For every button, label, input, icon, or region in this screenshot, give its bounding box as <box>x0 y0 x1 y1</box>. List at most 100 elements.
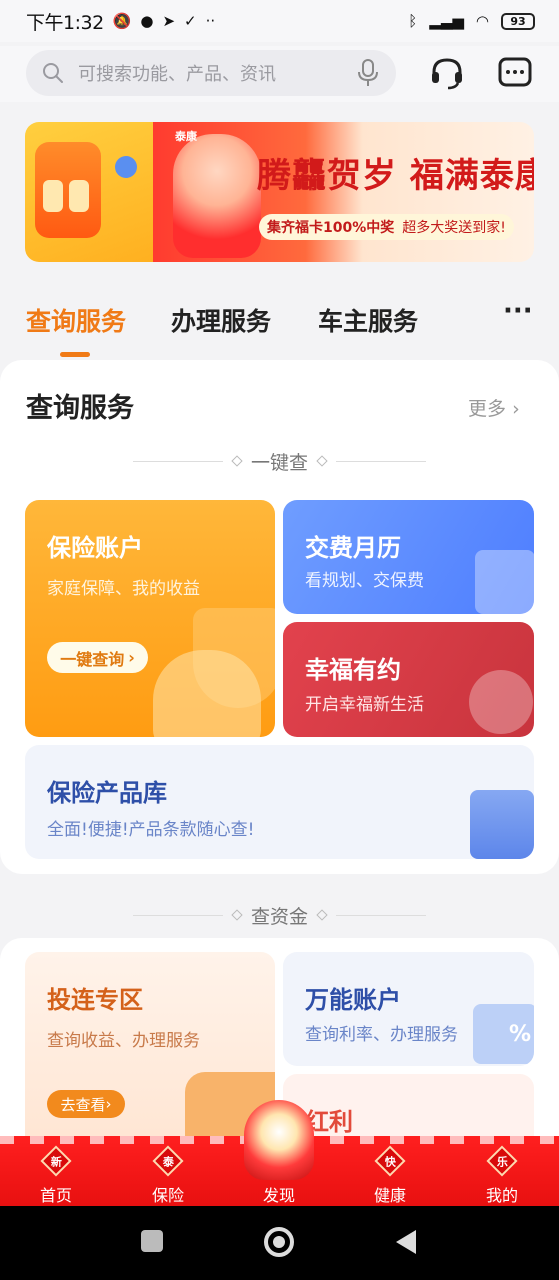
search-icon <box>43 63 63 83</box>
more-notifications-icon: ·· <box>205 12 216 30</box>
brand-logo: 泰康 <box>175 130 197 143</box>
wifi-icon: ◠ <box>475 12 489 30</box>
investment-link-tile[interactable]: 投连专区 查询收益、办理服务 去查看 › <box>25 952 275 1138</box>
dividend-tile[interactable]: 红利 <box>283 1074 534 1138</box>
home-button[interactable] <box>264 1227 294 1257</box>
percent-ticket-icon: % <box>473 1004 534 1064</box>
divider-line <box>336 460 426 462</box>
chevron-right-icon: › <box>512 398 520 420</box>
back-button[interactable] <box>396 1230 416 1254</box>
dragon-mascot-illustration <box>173 134 261 258</box>
payment-calendar-tile[interactable]: 交费月历 看规划、交保费 <box>283 500 534 614</box>
home-icon: 新 <box>40 1145 72 1177</box>
product-library-tile[interactable]: 保险产品库 全面!便捷!产品条款随心查! <box>25 745 534 859</box>
nav-badge-text: 新 <box>50 1155 62 1168</box>
tile-subtitle: 全面!便捷!产品条款随心查! <box>47 820 255 840</box>
nav-label: 保险 <box>151 1186 184 1205</box>
tile-title: 投连专区 <box>47 986 143 1014</box>
universal-account-tile[interactable]: % 万能账户 查询利率、办理服务 <box>283 952 534 1066</box>
slot-illustration <box>43 180 63 212</box>
calendar-icon <box>475 550 534 614</box>
button-label: 一键查询 <box>60 649 125 669</box>
banner-subtitle: 集齐福卡100%中奖 超多大奖送到家! <box>259 214 514 240</box>
diamond-icon <box>231 455 243 467</box>
nav-badge-text: 快 <box>384 1155 396 1168</box>
nav-badge-text: 泰 <box>162 1155 174 1168</box>
banner-carousel[interactable]: 泰康 腾龘贺岁 福满泰康 集齐福卡100%中奖 超多大奖送到家! <box>0 122 559 262</box>
customer-service-icon[interactable] <box>428 54 466 92</box>
nav-health[interactable]: 快 健康 <box>355 1145 425 1206</box>
active-tab-indicator <box>60 352 90 357</box>
nav-label: 健康 <box>373 1186 406 1205</box>
more-label: 更多 <box>468 398 507 420</box>
banner-sub-right: 超多大奖送到家! <box>402 220 506 236</box>
diamond-icon <box>316 909 328 921</box>
happiness-appointment-tile[interactable]: 幸福有约 开启幸福新生活 <box>283 622 534 737</box>
button-label: 去查看 <box>60 1095 106 1114</box>
tile-title: 幸福有约 <box>305 656 401 684</box>
tile-subtitle: 家庭保障、我的收益 <box>47 579 200 599</box>
banner-headline: 腾龘贺岁 福满泰康 <box>257 156 534 196</box>
divider-line <box>336 914 426 916</box>
top-bar: 可搜索功能、产品、资讯 <box>0 46 559 102</box>
tab-query-service[interactable]: 查询服务 <box>26 302 126 338</box>
insurance-icon: 泰 <box>152 1145 184 1177</box>
tile-title: 保险账户 <box>47 534 143 562</box>
insurance-account-tile[interactable]: 保险账户 家庭保障、我的收益 一键查询 › <box>25 500 275 737</box>
nav-label: 首页 <box>39 1186 72 1205</box>
nav-home[interactable]: 新 首页 <box>21 1145 91 1206</box>
bluetooth-icon: ᛒ <box>408 12 418 30</box>
chevron-right-icon: › <box>105 1095 112 1113</box>
divider-label: 查资金 <box>250 905 308 928</box>
system-navigation-bar <box>0 1206 559 1280</box>
one-click-query-button[interactable]: 一键查询 › <box>47 642 148 673</box>
diamond-icon <box>316 455 328 467</box>
more-link[interactable]: 更多 › <box>468 394 520 421</box>
more-tabs-icon[interactable]: ··· <box>503 296 533 326</box>
slot-illustration <box>69 180 89 212</box>
banner-left-card[interactable] <box>25 122 153 262</box>
tab-car-owner-service[interactable]: 车主服务 <box>318 302 418 338</box>
recent-apps-button[interactable] <box>141 1230 163 1252</box>
go-view-button[interactable]: 去查看 › <box>47 1090 125 1118</box>
tile-subtitle: 开启幸福新生活 <box>305 695 424 715</box>
clover-icon <box>469 670 533 734</box>
divider-line <box>132 460 223 462</box>
tile-subtitle: 查询利率、办理服务 <box>305 1025 458 1045</box>
microphone-icon[interactable] <box>356 59 380 87</box>
nav-label: 发现 <box>262 1186 295 1205</box>
tile-title: 保险产品库 <box>47 779 167 807</box>
query-service-panel: 查询服务 更多 › 一键查 保险账户 家庭保障、我的收益 一键查询 › 交费月历… <box>0 360 559 874</box>
tile-subtitle: 查询收益、办理服务 <box>47 1031 200 1051</box>
search-bar[interactable]: 可搜索功能、产品、资讯 <box>26 50 396 96</box>
tab-handle-service[interactable]: 办理服务 <box>171 302 271 338</box>
coin-illustration <box>115 156 137 178</box>
check-icon: ✓ <box>184 12 197 30</box>
signal-icon: ▂▃▅ <box>429 12 464 30</box>
divider-one-click: 一键查 <box>0 446 559 476</box>
status-left: 下午1:32 🔕 ● ➤ ✓ ·· <box>26 8 215 35</box>
message-icon[interactable] <box>496 54 534 92</box>
chat-bubble-icon: ● <box>140 12 154 30</box>
bookmark-document-icon <box>470 790 534 859</box>
new-year-banner[interactable]: 泰康 腾龘贺岁 福满泰康 集齐福卡100%中奖 超多大奖送到家! <box>153 122 534 262</box>
diamond-icon <box>231 909 243 921</box>
service-tab-bar: 查询服务 办理服务 车主服务 ··· <box>0 296 559 358</box>
mute-bell-icon: 🔕 <box>112 12 132 30</box>
search-input[interactable]: 可搜索功能、产品、资讯 <box>78 60 356 86</box>
nav-mine[interactable]: 乐 我的 <box>467 1145 537 1206</box>
status-right: ᛒ ▂▃▅ ◠ 93 <box>408 12 535 30</box>
nav-insurance[interactable]: 泰 保险 <box>133 1145 203 1206</box>
status-bar: 下午1:32 🔕 ● ➤ ✓ ·· ᛒ ▂▃▅ ◠ 93 <box>0 0 559 42</box>
section-title: 查询服务 <box>26 393 134 424</box>
divider-label: 一键查 <box>250 451 308 474</box>
banner-sub-left: 集齐福卡100%中奖 <box>267 220 395 236</box>
lion-dance-mascot-icon[interactable] <box>244 1100 314 1180</box>
chevron-right-icon: › <box>128 648 135 667</box>
nav-label: 我的 <box>485 1186 518 1205</box>
profile-icon: 乐 <box>486 1145 518 1177</box>
tile-title: 交费月历 <box>305 534 401 562</box>
nav-badge-text: 乐 <box>496 1155 508 1168</box>
telegram-icon: ➤ <box>162 12 176 30</box>
tile-subtitle: 看规划、交保费 <box>305 571 424 591</box>
